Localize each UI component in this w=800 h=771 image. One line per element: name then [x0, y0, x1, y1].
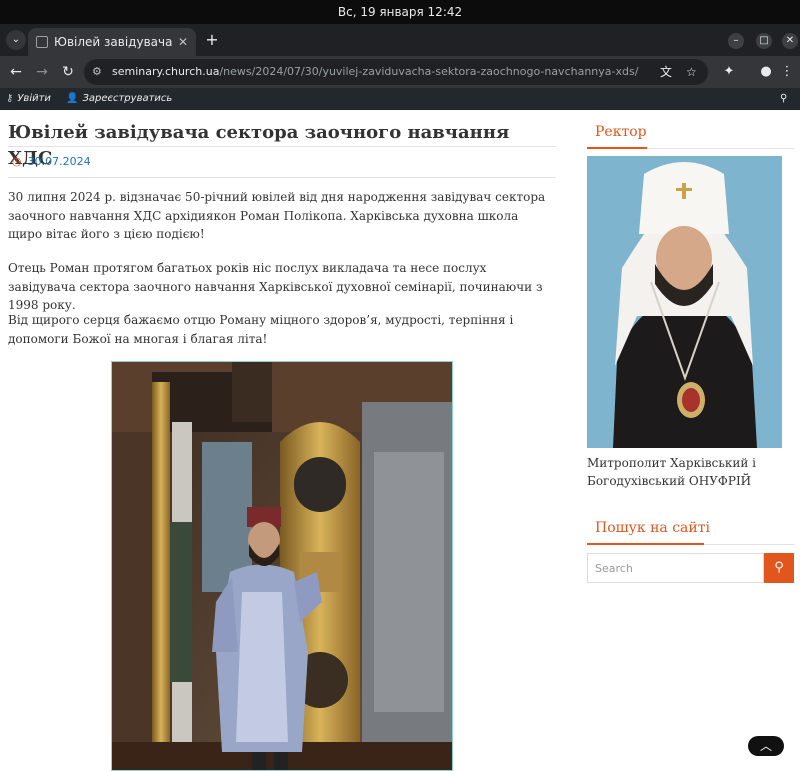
chevron-down-icon: ⌄: [11, 34, 21, 45]
divider: [8, 146, 556, 147]
translate-icon[interactable]: 文: [660, 59, 672, 85]
rector-caption: Митрополит Харківський і Богодухівський …: [587, 456, 757, 488]
chevron-up-icon: ︿: [759, 739, 772, 753]
minimize-button[interactable]: –: [728, 33, 744, 49]
sidebar-rector-title: Ректор: [595, 124, 647, 140]
title-accent: [587, 543, 704, 545]
browser-tab-active[interactable]: Ювілей завідувача сект ✕: [28, 28, 196, 56]
article-photo: [111, 361, 453, 771]
profile-button[interactable]: ●: [755, 60, 777, 84]
search-button[interactable]: ⚲: [764, 553, 794, 583]
article-date: ◷ 30.07.2024: [12, 154, 91, 170]
article-paragraph: Від щирого серця бажаємо отцю Роману міц…: [8, 313, 514, 346]
wp-admin-bar: ⚷ Увійти 👤 Зареєструватись ⚲: [0, 88, 800, 110]
tab-title: Ювілей завідувача сект: [54, 35, 176, 49]
window-close-button[interactable]: ✕: [782, 33, 798, 49]
reload-icon: ↻: [62, 64, 74, 80]
bookmark-star-icon[interactable]: ☆: [686, 59, 697, 85]
login-link[interactable]: ⚷ Увійти: [6, 88, 51, 110]
divider: [8, 177, 556, 178]
maximize-button[interactable]: □: [756, 33, 772, 49]
date-link[interactable]: 30.07.2024: [28, 155, 91, 168]
plus-icon: +: [205, 30, 219, 49]
key-icon: ⚷: [6, 93, 14, 104]
extensions-icon: ✦: [723, 64, 735, 79]
browser-tab-strip: ⌄ Ювілей завідувача сект ✕ + – □ ✕: [0, 24, 800, 56]
web-page: Ювілей завідувача сектора заочного навча…: [0, 110, 800, 771]
extensions-button[interactable]: ✦: [718, 60, 740, 84]
close-icon[interactable]: ✕: [178, 28, 188, 56]
address-bar[interactable]: ⚙ seminary.church.ua/news/2024/07/30/yuv…: [84, 59, 708, 85]
search-icon[interactable]: ⚲: [780, 88, 787, 110]
clock-icon: ◷: [12, 155, 22, 168]
browser-menu-button[interactable]: ⋮: [776, 60, 798, 84]
address-url[interactable]: seminary.church.ua/news/2024/07/30/yuvil…: [112, 59, 652, 85]
favicon-icon: [36, 36, 48, 48]
forward-icon: →: [36, 64, 48, 80]
article-paragraph: Отець Роман протягом багатьох років ніс …: [8, 261, 543, 312]
site-settings-icon[interactable]: ⚙: [92, 59, 102, 85]
rector-portrait: [587, 156, 782, 448]
title-accent: [587, 147, 647, 149]
new-tab-button[interactable]: +: [202, 28, 222, 52]
profile-icon: ●: [760, 64, 772, 79]
article-paragraph: 30 липня 2024 р. відзначає 50-річний юві…: [8, 190, 546, 241]
system-top-bar: Вс, 19 января 12:42: [0, 0, 800, 24]
back-button[interactable]: ←: [4, 60, 28, 84]
menu-icon: ⋮: [780, 64, 794, 79]
sidebar-search-title: Пошук на сайті: [595, 520, 710, 536]
search-input[interactable]: [587, 553, 764, 583]
system-clock[interactable]: Вс, 19 января 12:42: [338, 5, 462, 19]
register-link[interactable]: 👤 Зареєструватись: [66, 88, 172, 110]
tab-search-button[interactable]: ⌄: [6, 30, 26, 50]
browser-toolbar: ← → ↻ ⚙ seminary.church.ua/news/2024/07/…: [0, 56, 800, 88]
forward-button[interactable]: →: [30, 60, 54, 84]
search-icon: ⚲: [774, 560, 784, 575]
back-icon: ←: [10, 64, 22, 80]
scroll-to-top-button[interactable]: ︿: [748, 736, 784, 756]
user-icon: 👤: [66, 93, 79, 104]
reload-button[interactable]: ↻: [56, 60, 80, 84]
